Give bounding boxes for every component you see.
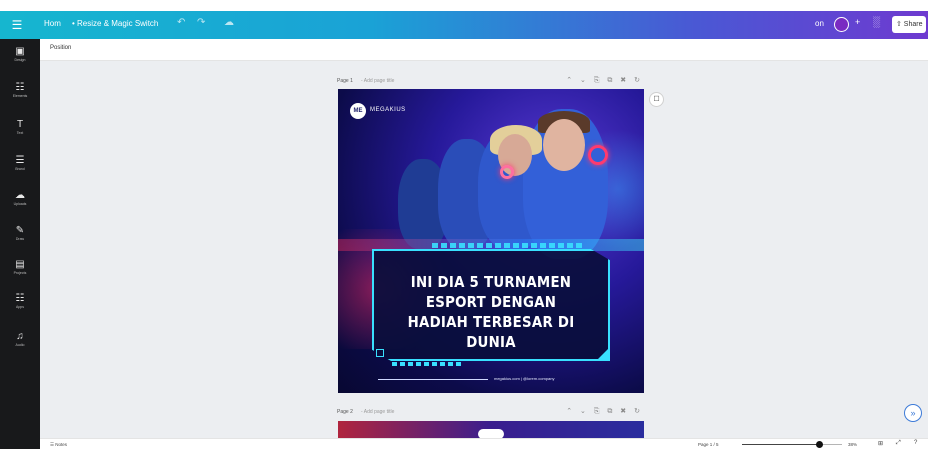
frame-decoration <box>376 349 384 357</box>
page-label: Page 1 <box>337 78 353 84</box>
frame-decoration <box>392 362 462 366</box>
gamer-face <box>543 119 585 171</box>
sidebar-item-apps[interactable]: ☷ Apps <box>0 293 40 310</box>
apps-icon: ☷ <box>15 293 25 304</box>
page-tools[interactable]: ⌃ ⌄ ⎘ ⧉ ✖ ↻ <box>566 76 643 85</box>
undo-icon[interactable]: ↶ <box>177 17 185 28</box>
status-bar: ☰ Notes Page 1 / 5 38% ⊞ ⤢ ? <box>40 438 928 449</box>
text-icon: T <box>16 119 24 130</box>
zoom-slider-thumb[interactable] <box>815 441 823 448</box>
brand-name: MEGAKIUS <box>370 107 406 113</box>
projects-icon: ▤ <box>15 259 25 270</box>
position-button[interactable]: Position <box>50 45 71 51</box>
sidebar-item-label: Apps <box>16 305 24 309</box>
zoom-slider[interactable] <box>742 441 842 448</box>
editor-toolbar: Position <box>40 39 928 61</box>
footer-text[interactable]: megakius.com | @lorem.company <box>494 376 554 381</box>
page-2-header: Page 2 - Add page title ⌃ ⌄ ⎘ ⧉ ✖ ↻ <box>337 407 643 417</box>
home-link[interactable]: Hom <box>44 19 61 28</box>
sidebar-item-text[interactable]: T Text <box>0 119 40 136</box>
editor-canvas[interactable]: Page 1 - Add page title ⌃ ⌄ ⎘ ⧉ ✖ ↻ ME M… <box>40 61 928 438</box>
avatar[interactable] <box>834 17 849 32</box>
sidebar-item-label: Draw <box>15 237 25 241</box>
footer-divider <box>378 379 488 380</box>
page-1-header: Page 1 - Add page title ⌃ ⌄ ⎘ ⧉ ✖ ↻ <box>337 76 643 86</box>
sidebar-item-draw[interactable]: ✎ Draw <box>0 225 40 242</box>
resize-button[interactable]: • Resize & Magic Switch <box>72 19 158 28</box>
help-icon[interactable]: ? <box>914 440 917 446</box>
sidebar-item-label: Design <box>14 58 26 62</box>
sidebar-item-brand[interactable]: ☰ Brand <box>0 155 40 172</box>
sidebar-item-label: Audio <box>15 343 25 347</box>
frame-decoration <box>432 243 582 248</box>
page-tools[interactable]: ⌃ ⌄ ⎘ ⧉ ✖ ↻ <box>566 407 643 416</box>
brand-icon: ☰ <box>15 155 25 166</box>
zoom-slider-fill <box>742 444 819 445</box>
draw-icon: ✎ <box>15 225 25 236</box>
insights-icon[interactable]: ░ <box>873 17 880 28</box>
scroll-indicator[interactable] <box>478 429 504 438</box>
zoom-value[interactable]: 38% <box>848 442 857 447</box>
page-label: Page 2 <box>337 409 353 415</box>
sidebar-item-label: Uploads <box>13 202 27 206</box>
headset-light <box>588 145 608 165</box>
notes-button[interactable]: ☰ Notes <box>50 442 67 448</box>
top-header: ☰ Hom • Resize & Magic Switch ↶ ↷ ☁ on +… <box>0 11 928 39</box>
file-name[interactable]: on <box>815 19 824 28</box>
fullscreen-icon[interactable]: ⤢ <box>896 440 901 447</box>
sidebar-item-design[interactable]: ▣ Design <box>0 46 40 63</box>
sidebar-item-label: Brand <box>15 167 25 171</box>
sidebar: ▣ Design ☷ Elements T Text ☰ Brand ☁ Upl… <box>0 39 40 449</box>
headline-text[interactable]: INI DIA 5 TURNAMEN ESPORT DENGAN HADIAH … <box>397 272 584 352</box>
uploads-icon: ☁ <box>15 190 25 201</box>
sidebar-item-audio[interactable]: ♫ Audio <box>0 331 40 348</box>
headline-frame: INI DIA 5 TURNAMEN ESPORT DENGAN HADIAH … <box>372 243 610 366</box>
sidebar-item-label: Projects <box>13 271 27 275</box>
sidebar-item-elements[interactable]: ☷ Elements <box>0 82 40 99</box>
elements-icon: ☷ <box>15 82 25 93</box>
grid-view-icon[interactable]: ⊞ <box>878 440 883 447</box>
share-button[interactable]: ⇧ Share <box>892 16 926 33</box>
page-title-input[interactable]: - Add page title <box>361 78 394 84</box>
design-page-2[interactable] <box>338 421 644 438</box>
cloud-save-icon[interactable]: ☁ <box>224 17 234 28</box>
page-title-input[interactable]: - Add page title <box>361 409 394 415</box>
scroll-down-icon[interactable]: » <box>904 404 922 422</box>
menu-icon[interactable]: ☰ <box>9 17 25 33</box>
sidebar-item-uploads[interactable]: ☁ Uploads <box>0 190 40 207</box>
headset-light <box>500 165 514 179</box>
sidebar-item-label: Text <box>16 131 24 135</box>
brand-logo-icon: ME <box>350 103 366 119</box>
redo-icon[interactable]: ↷ <box>197 17 205 28</box>
sidebar-item-projects[interactable]: ▤ Projects <box>0 259 40 276</box>
audio-icon: ♫ <box>16 331 24 342</box>
page-count[interactable]: Page 1 / 5 <box>698 442 719 447</box>
comment-icon[interactable]: ☐ <box>649 92 664 107</box>
sidebar-item-label: Elements <box>12 94 28 98</box>
frame-decoration <box>598 349 608 359</box>
design-page-1[interactable]: ME MEGAKIUS INI DIA 5 TURNAMEN ESPORT DE… <box>338 89 644 393</box>
add-user-icon[interactable]: + <box>855 17 860 27</box>
design-icon: ▣ <box>15 46 25 57</box>
